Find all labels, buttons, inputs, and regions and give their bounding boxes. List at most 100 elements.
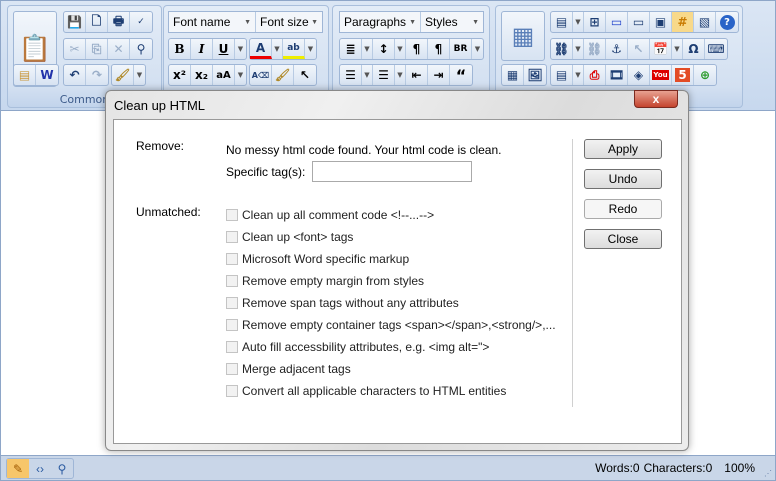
insert-media-icon[interactable]: ⊕ <box>694 65 716 85</box>
code-mode-icon[interactable]: ‹› <box>29 459 51 478</box>
insert-date-icon[interactable]: 📅 <box>650 39 672 59</box>
ltr-icon[interactable]: ¶ <box>406 39 428 59</box>
paragraphs-select[interactable]: Paragraphs ▼ <box>340 12 421 32</box>
highlight-color-icon[interactable]: ab <box>283 39 305 59</box>
gallery-icon[interactable]: ▦ <box>502 65 524 85</box>
form-icon[interactable]: ▤ <box>551 12 573 32</box>
cleanup-option[interactable]: Microsoft Word specific markup <box>226 252 409 266</box>
rtl-icon[interactable]: ¶ <box>428 39 450 59</box>
checkbox[interactable] <box>226 319 238 331</box>
help-icon[interactable]: ? <box>716 12 738 32</box>
cleanup-option[interactable]: Clean up all comment code <!--...--> <box>226 208 434 222</box>
image-map-icon[interactable]: ↖ <box>628 39 650 59</box>
link-icon[interactable]: ⛓ <box>551 39 573 59</box>
chevron-down-icon[interactable]: ▼ <box>235 39 246 59</box>
iframe-icon[interactable]: ▣ <box>650 12 672 32</box>
line-break-icon[interactable]: BR <box>450 39 472 59</box>
cleanup-option[interactable]: Merge adjacent tags <box>226 362 351 376</box>
new-document-icon[interactable]: 🗋 <box>86 12 108 32</box>
chevron-down-icon[interactable]: ▼ <box>362 65 373 85</box>
chevron-down-icon[interactable]: ▼ <box>305 39 316 59</box>
chevron-down-icon[interactable]: ▼ <box>573 12 584 32</box>
html5-icon[interactable]: 5 <box>672 65 694 85</box>
ordered-list-icon[interactable]: ☰ <box>340 65 362 85</box>
insert-image-icon[interactable]: 🖼 <box>524 65 546 85</box>
insert-layer-icon[interactable]: ▭ <box>606 12 628 32</box>
cleanup-option[interactable]: Auto fill accessbility attributes, e.g. … <box>226 340 489 354</box>
apply-button[interactable]: Apply <box>584 139 662 159</box>
cleanup-option[interactable]: Remove span tags without any attributes <box>226 296 459 310</box>
insert-table-button[interactable]: ▦ <box>501 11 545 61</box>
font-color-icon[interactable]: A <box>250 39 272 59</box>
cleanup-option[interactable]: Remove empty margin from styles <box>226 274 424 288</box>
chevron-down-icon[interactable]: ▼ <box>472 39 483 59</box>
checkbox[interactable] <box>226 253 238 265</box>
chevron-down-icon[interactable]: ▼ <box>272 39 283 59</box>
italic-icon[interactable]: I <box>191 39 213 59</box>
design-mode-icon[interactable]: ✎ <box>7 459 29 478</box>
show-borders-icon[interactable]: # <box>672 12 694 32</box>
spellcheck-icon[interactable]: ✓ <box>130 12 152 32</box>
save-icon[interactable]: 💾 <box>64 12 86 32</box>
line-height-icon[interactable]: ↕ <box>373 39 395 59</box>
chevron-down-icon[interactable]: ▼ <box>134 65 145 85</box>
page-properties-icon[interactable]: ▤ <box>551 65 573 85</box>
bold-icon[interactable]: B <box>169 39 191 59</box>
undo-icon[interactable]: ↶ <box>64 65 86 85</box>
chevron-down-icon[interactable]: ▼ <box>573 65 584 85</box>
video-icon[interactable]: 🎞 <box>606 65 628 85</box>
underline-icon[interactable]: U <box>213 39 235 59</box>
outdent-icon[interactable]: ⇤ <box>406 65 428 85</box>
change-case-icon[interactable]: aA <box>213 65 235 85</box>
unlink-icon[interactable]: ⛓ <box>584 39 606 59</box>
close-icon[interactable]: x <box>634 90 678 108</box>
chevron-down-icon[interactable]: ▼ <box>395 39 406 59</box>
remove-format-icon[interactable]: A⌫ <box>250 65 272 85</box>
cut-icon[interactable]: ✂ <box>64 39 86 59</box>
keyboard-icon[interactable]: ⌨ <box>705 39 727 59</box>
insert-box-icon[interactable]: ⊞ <box>584 12 606 32</box>
cleanup-option[interactable]: Remove empty container tags <span></span… <box>226 318 556 332</box>
anchor-icon[interactable]: ⚓ <box>606 39 628 59</box>
chevron-down-icon[interactable]: ▼ <box>395 65 406 85</box>
copy-icon[interactable]: ⎘ <box>86 39 108 59</box>
styles-select[interactable]: Styles ▼ <box>421 12 483 32</box>
redo-icon[interactable]: ↷ <box>86 65 108 85</box>
insert-template-icon[interactable]: ▧ <box>694 12 716 32</box>
paste-text-icon[interactable]: ▤ <box>14 65 36 85</box>
checkbox[interactable] <box>226 275 238 287</box>
blockquote-icon[interactable]: “ <box>450 65 472 85</box>
indent-icon[interactable]: ⇥ <box>428 65 450 85</box>
zoom-level[interactable]: 100% <box>724 461 755 475</box>
paste-word-icon[interactable]: W <box>36 65 58 85</box>
delete-icon[interactable]: ✕ <box>108 39 130 59</box>
checkbox[interactable] <box>226 341 238 353</box>
select-element-icon[interactable]: ↖ <box>294 65 316 85</box>
find-icon[interactable]: ⚲ <box>130 39 152 59</box>
superscript-icon[interactable]: x² <box>169 65 191 85</box>
checkbox[interactable] <box>226 297 238 309</box>
redo-button[interactable]: Redo <box>584 199 662 219</box>
font-size-select[interactable]: Font size ▼ <box>256 12 322 32</box>
chevron-down-icon[interactable]: ▼ <box>672 39 683 59</box>
print-icon[interactable]: 🖶 <box>108 12 130 32</box>
special-char-icon[interactable]: Ω <box>683 39 705 59</box>
pdf-icon[interactable]: ⎙ <box>584 65 606 85</box>
fieldset-icon[interactable]: ▭ <box>628 12 650 32</box>
preview-mode-icon[interactable]: ⚲ <box>51 459 73 478</box>
chevron-down-icon[interactable]: ▼ <box>235 65 246 85</box>
chevron-down-icon[interactable]: ▼ <box>362 39 373 59</box>
checkbox[interactable] <box>226 209 238 221</box>
cleanup-option[interactable]: Convert all applicable characters to HTM… <box>226 384 506 398</box>
resize-grip-icon[interactable]: ⋰ <box>764 469 772 478</box>
undo-button[interactable]: Undo <box>584 169 662 189</box>
checkbox[interactable] <box>226 363 238 375</box>
checkbox[interactable] <box>226 231 238 243</box>
broom-icon[interactable]: 🖌 <box>112 65 134 85</box>
youtube-icon[interactable]: You <box>650 65 672 85</box>
justify-icon[interactable]: ≣ <box>340 39 362 59</box>
font-name-select[interactable]: Font name ▼ <box>169 12 256 32</box>
unordered-list-icon[interactable]: ☰ <box>373 65 395 85</box>
flash-icon[interactable]: ◈ <box>628 65 650 85</box>
chevron-down-icon[interactable]: ▼ <box>573 39 584 59</box>
